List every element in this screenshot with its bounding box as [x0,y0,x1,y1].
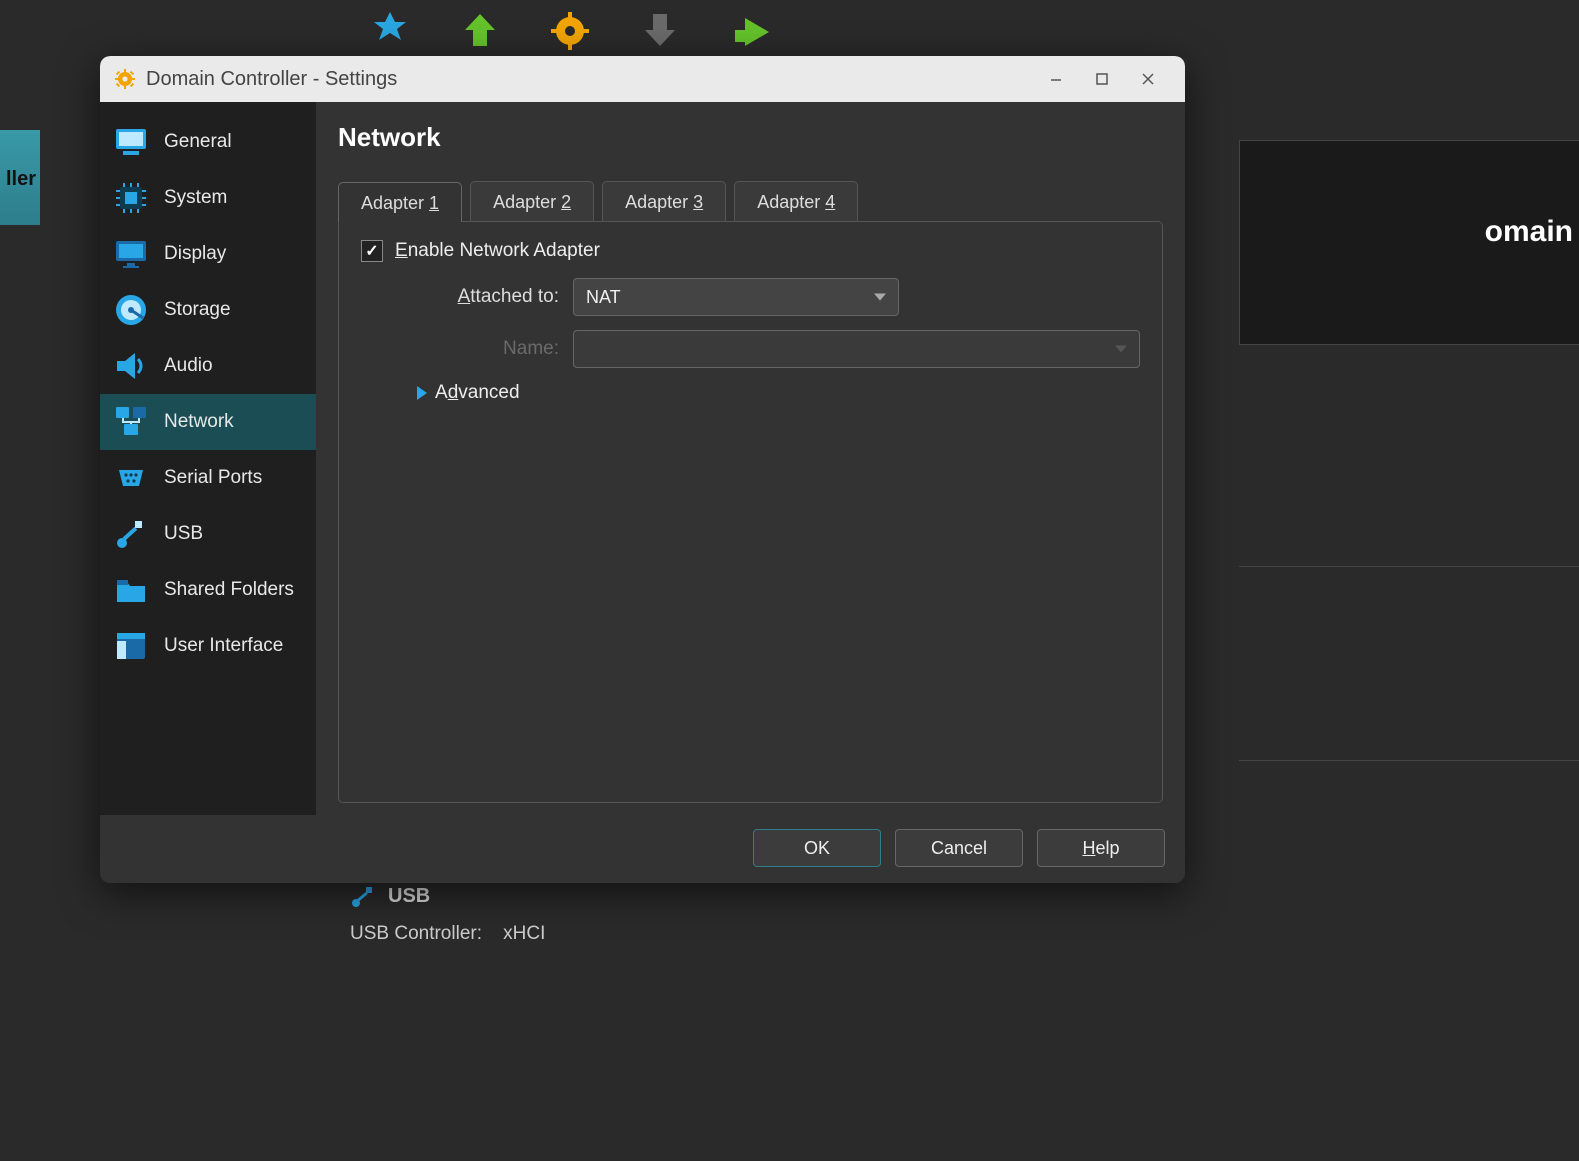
dialog-buttons: OK Cancel Help [100,815,1185,883]
sidebar-item-label: Network [164,411,234,433]
bg-separator [1239,760,1579,761]
settings-main: Network Adapter 1 Adapter 2 Adapter 3 Ad… [316,102,1185,815]
adapter-panel: ✓ Enable Network Adapter Attached to: NA… [338,221,1163,803]
titlebar[interactable]: Domain Controller - Settings [100,56,1185,102]
chevron-down-icon [874,294,886,301]
tab-adapter-3[interactable]: Adapter 3 [602,181,726,221]
sidebar-item-system[interactable]: System [100,170,316,226]
bg-vm-label: ller [6,168,36,190]
disk-icon [112,291,150,329]
settings-sidebar: General System Display Storage Audio [100,102,316,815]
add-icon [450,10,510,52]
adapter-tabs: Adapter 1 Adapter 2 Adapter 3 Adapter 4 [338,181,1163,221]
start-icon [720,10,780,52]
sidebar-item-display[interactable]: Display [100,226,316,282]
attached-to-value: NAT [586,287,621,308]
sidebar-item-label: Display [164,243,226,265]
sidebar-item-label: Audio [164,355,213,377]
attached-to-select[interactable]: NAT [573,278,899,316]
sidebar-item-audio[interactable]: Audio [100,338,316,394]
tab-adapter-2[interactable]: Adapter 2 [470,181,594,221]
bg-usb-section: USB USB Controller: xHCI [350,883,545,945]
page-title: Network [338,122,1163,153]
usb-icon [350,883,376,909]
minimize-button[interactable] [1033,64,1079,94]
bg-separator [1239,566,1579,567]
chevron-down-icon [1115,346,1127,353]
settings-dialog: Domain Controller - Settings General Sys… [100,56,1185,883]
triangle-right-icon [417,386,427,400]
sidebar-item-network[interactable]: Network [100,394,316,450]
sidebar-item-label: Storage [164,299,231,321]
sidebar-item-usb[interactable]: USB [100,506,316,562]
sidebar-item-label: System [164,187,227,209]
usb-icon [112,515,150,553]
sidebar-item-label: User Interface [164,635,283,657]
maximize-button[interactable] [1079,64,1125,94]
name-label: Name: [361,338,573,360]
tab-adapter-4[interactable]: Adapter 4 [734,181,858,221]
chip-icon [112,179,150,217]
sidebar-item-label: Serial Ports [164,467,262,489]
settings-icon [540,10,600,52]
sidebar-item-label: Shared Folders [164,579,294,601]
new-icon [360,10,420,52]
ok-button[interactable]: OK [753,829,881,867]
name-select [573,330,1140,368]
sidebar-item-label: General [164,131,232,153]
advanced-expander[interactable]: Advanced [417,382,1140,404]
serial-port-icon [112,459,150,497]
enable-adapter-label: Enable Network Adapter [395,240,600,262]
window-title: Domain Controller - Settings [146,68,397,91]
cancel-button[interactable]: Cancel [895,829,1023,867]
sidebar-item-storage[interactable]: Storage [100,282,316,338]
folder-icon [112,571,150,609]
bg-toolbar [350,0,790,62]
ui-layout-icon [112,627,150,665]
attached-to-label: Attached to: [361,286,573,308]
bg-preview-title: omain [1485,215,1579,249]
sidebar-item-user-interface[interactable]: User Interface [100,618,316,674]
speaker-icon [112,347,150,385]
bg-usb-controller-label: USB Controller: [350,923,482,944]
sidebar-item-label: USB [164,523,203,545]
sidebar-item-serial-ports[interactable]: Serial Ports [100,450,316,506]
monitor-icon [112,123,150,161]
gear-icon [114,68,136,90]
bg-usb-controller-value: xHCI [503,923,545,944]
network-icon [112,403,150,441]
display-icon [112,235,150,273]
bg-usb-heading: USB [388,885,430,908]
sidebar-item-general[interactable]: General [100,114,316,170]
discard-icon [630,10,690,52]
help-button[interactable]: Help [1037,829,1165,867]
sidebar-item-shared-folders[interactable]: Shared Folders [100,562,316,618]
tab-adapter-1[interactable]: Adapter 1 [338,182,462,222]
enable-adapter-checkbox[interactable]: ✓ [361,240,383,262]
close-button[interactable] [1125,64,1171,94]
bg-vm-list-item: ller [0,130,40,225]
